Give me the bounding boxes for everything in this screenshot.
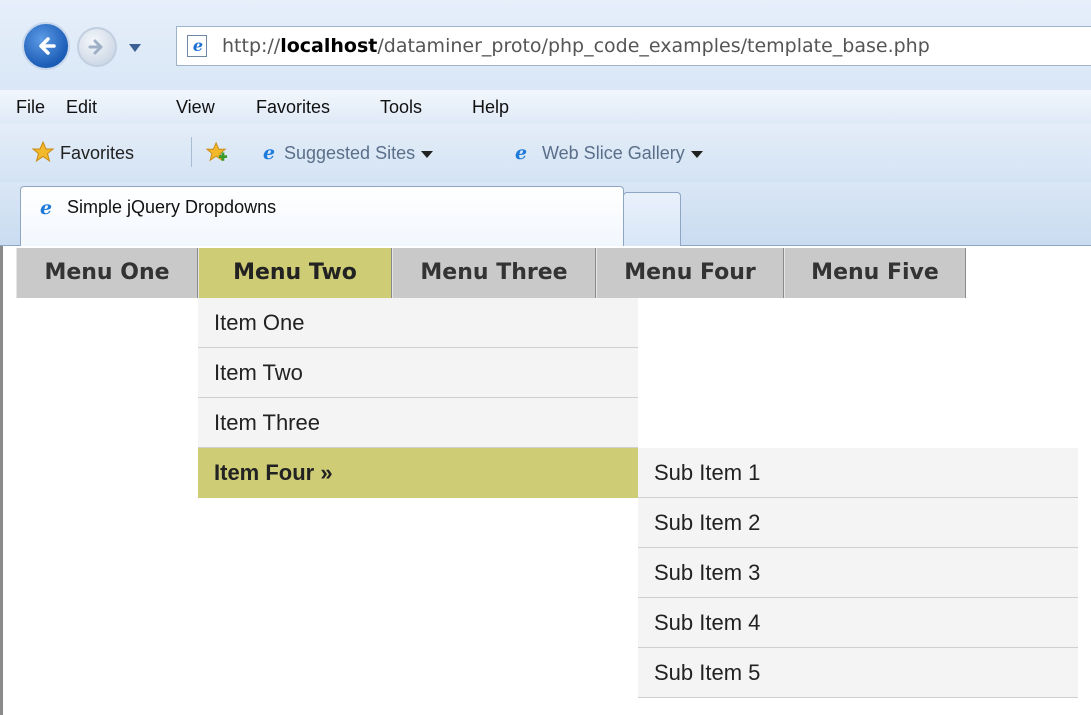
dropdown-item-three[interactable]: Item Three [198,398,638,448]
submenu-item-5[interactable]: Sub Item 5 [638,648,1078,698]
nav-menu-three[interactable]: Menu Three [392,248,596,298]
favorites-separator [191,137,192,167]
tab-simple-jquery-dropdowns[interactable]: e Simple jQuery Dropdowns [20,186,624,246]
tab-row: e Simple jQuery Dropdowns [0,182,1091,246]
dropdown-item-two[interactable]: Item Two [198,348,638,398]
submenu-item-1[interactable]: Sub Item 1 [638,448,1078,498]
tab-title: Simple jQuery Dropdowns [67,197,277,217]
browser-chrome: e http://localhost/dataminer_proto/php_c… [0,0,1091,246]
web-slice-gallery-icon: e [514,142,528,164]
menu-help[interactable]: Help [472,90,509,124]
menu-view[interactable]: View [176,90,215,124]
history-dropdown-icon [129,44,141,52]
page-left-border [0,246,3,715]
nav-menu-one[interactable]: Menu One [16,248,198,298]
web-slice-gallery-link[interactable]: Web Slice Gallery [542,124,703,182]
page-content: Menu One Menu Two Menu Three Menu Four M… [0,246,1091,715]
suggested-sites-link[interactable]: Suggested Sites [284,124,434,182]
menu-edit[interactable]: Edit [66,90,97,124]
tab-ie-icon: e [39,197,53,219]
new-tab-button[interactable] [623,192,681,246]
favorites-bar: Favorites e Suggested Sites e Web Slice … [0,124,1091,182]
menu-tools[interactable]: Tools [380,90,422,124]
add-favorite-icon[interactable] [206,141,228,163]
forward-button[interactable] [77,27,117,67]
menu-bar: File Edit View Favorites Tools Help [0,90,1091,124]
submenu-item-4[interactable]: Sub Item 4 [638,598,1078,648]
ie-page-icon: e [187,35,207,57]
address-row: e http://localhost/dataminer_proto/php_c… [0,0,1091,90]
menu-file[interactable]: File [16,90,45,124]
back-button[interactable] [22,22,70,70]
nav-menu-four[interactable]: Menu Four [596,248,784,298]
favorites-star-icon [32,141,54,163]
address-bar[interactable]: e http://localhost/dataminer_proto/php_c… [176,26,1091,66]
dropdown-item-four[interactable]: Item Four » [198,448,638,498]
submenu-item-3[interactable]: Sub Item 3 [638,548,1078,598]
back-icon [39,37,56,55]
menu-favorites[interactable]: Favorites [256,90,330,124]
history-dropdown-button[interactable] [128,39,142,52]
nav-menu-two[interactable]: Menu Two [198,248,392,298]
forward-icon [88,39,103,55]
favorites-button[interactable]: Favorites [60,124,134,182]
dropdown-item-one[interactable]: Item One [198,298,638,348]
submenu-item-2[interactable]: Sub Item 2 [638,498,1078,548]
url-text[interactable]: http://localhost/dataminer_proto/php_cod… [222,27,930,65]
nav-menu-five[interactable]: Menu Five [784,248,966,298]
suggested-sites-icon: e [262,142,276,164]
